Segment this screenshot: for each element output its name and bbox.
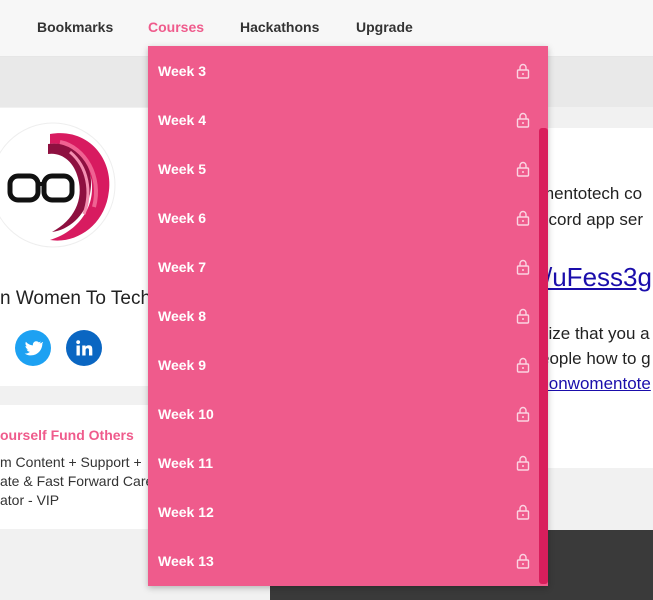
dropdown-item-week-4[interactable]: Week 4 [148,95,548,144]
dropdown-item-week-5[interactable]: Week 5 [148,144,548,193]
dropdown-item-week-8[interactable]: Week 8 [148,291,548,340]
dropdown-item-label: Week 8 [158,307,206,324]
nav-bookmarks[interactable]: Bookmarks [37,19,113,35]
dropdown-item-week-13[interactable]: Week 13 [148,536,548,585]
promo-line-3: ator - VIP [0,492,60,508]
dropdown-item-label: Week 11 [158,454,214,471]
lock-icon [516,406,530,422]
dropdown-scrollbar[interactable] [539,128,548,584]
lock-icon [516,63,530,79]
linkedin-icon[interactable] [66,330,102,366]
lock-icon [516,553,530,569]
lock-icon [516,357,530,373]
dropdown-item-label: Week 3 [158,62,206,79]
dropdown-item-week-7[interactable]: Week 7 [148,242,548,291]
nav-courses[interactable]: Courses [148,19,204,35]
dropdown-item-label: Week 4 [158,111,206,128]
lock-icon [516,308,530,324]
dropdown-item-week-10[interactable]: Week 10 [148,389,548,438]
lock-icon [516,112,530,128]
dropdown-item-label: Week 13 [158,552,214,569]
promo-line-2: ate & Fast Forward Caree [0,473,162,489]
dropdown-item-week-12[interactable]: Week 12 [148,487,548,536]
lock-icon [516,161,530,177]
content-line-2: scord app ser [540,210,643,229]
lock-icon [516,259,530,275]
dropdown-item-week-3[interactable]: Week 3 [148,46,548,95]
dropdown-item-label: Week 6 [158,209,206,226]
lock-icon [516,504,530,520]
courses-dropdown-menu: Week 3 Week 4 Week 5 Week 6 Week 7 Week … [148,46,548,586]
dropdown-item-week-9[interactable]: Week 9 [148,340,548,389]
nav-upgrade[interactable]: Upgrade [356,19,413,35]
twitter-icon[interactable] [15,330,51,366]
profile-name: n Women To Tech [0,288,152,309]
dropdown-item-label: Week 7 [158,258,206,275]
content-link-large[interactable]: /uFess3g [545,262,652,293]
content-line-3: size that you a [540,324,650,343]
dropdown-item-label: Week 9 [158,356,206,373]
promo-line-1: m Content + Support + [0,454,142,470]
dropdown-item-label: Week 10 [158,405,214,422]
content-line-1: mentotech co [540,184,643,203]
lock-icon [516,210,530,226]
content-line-4: eople how to g [540,349,651,368]
dropdown-item-week-11[interactable]: Week 11 [148,438,548,487]
dropdown-item-label: Week 5 [158,160,206,177]
lock-icon [516,455,530,471]
nav-hackathons[interactable]: Hackathons [240,19,319,35]
promo-title[interactable]: ourself Fund Others [0,427,134,443]
dropdown-item-week-6[interactable]: Week 6 [148,193,548,242]
content-link-small[interactable]: ionwomentote [545,374,651,394]
profile-avatar [0,122,116,248]
dropdown-item-label: Week 12 [158,503,214,520]
